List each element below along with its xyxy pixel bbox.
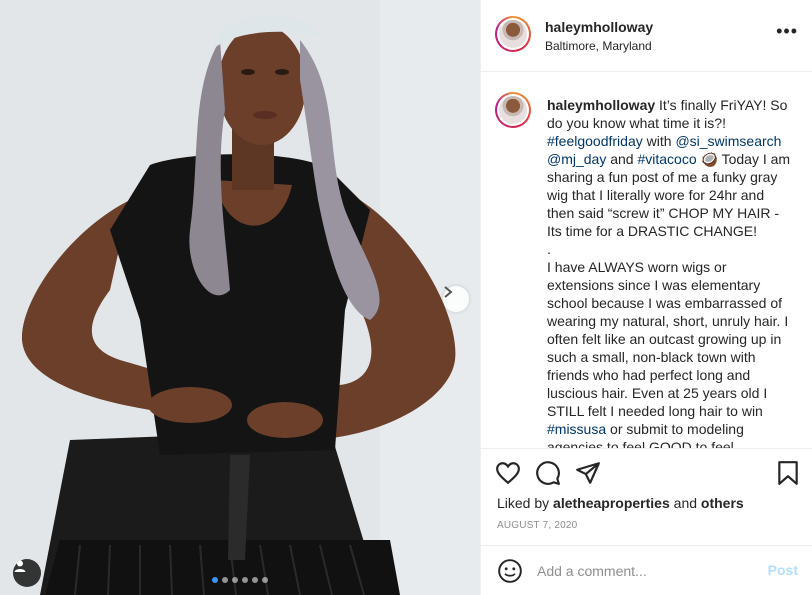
liked-by-others-link[interactable]: others bbox=[701, 495, 744, 511]
header-username[interactable]: haleymholloway bbox=[545, 19, 653, 35]
user-tag-icon bbox=[14, 560, 26, 572]
chevron-right-icon bbox=[444, 286, 453, 298]
heart-icon[interactable] bbox=[495, 460, 521, 486]
carousel-next-button[interactable] bbox=[443, 286, 469, 312]
photo-illustration bbox=[0, 0, 480, 595]
caption-text: haleymholloway It’s finally FriYAY! So d… bbox=[547, 96, 791, 448]
coconut-emoji: 🥥 bbox=[700, 151, 718, 167]
avatar[interactable] bbox=[495, 16, 531, 52]
carousel-dot bbox=[242, 577, 248, 583]
carousel-dot bbox=[252, 577, 258, 583]
likes-and: and bbox=[669, 495, 701, 511]
paper-plane-icon[interactable] bbox=[575, 460, 601, 486]
carousel-dot bbox=[212, 577, 218, 583]
smiley-icon[interactable] bbox=[497, 558, 523, 584]
likes-summary: Liked by aletheaproperties and others bbox=[497, 495, 744, 511]
user-tag-button[interactable] bbox=[13, 559, 41, 587]
carousel-dot bbox=[262, 577, 268, 583]
mention-link[interactable]: @si_swimsearch bbox=[675, 133, 781, 149]
hashtag-link[interactable]: #feelgoodfriday bbox=[547, 133, 643, 149]
likes-prefix: Liked by bbox=[497, 495, 554, 511]
carousel-indicator bbox=[212, 577, 268, 583]
more-options-button[interactable]: ••• bbox=[776, 22, 798, 40]
comment-input[interactable] bbox=[537, 560, 757, 582]
caption-separator: . bbox=[547, 241, 551, 257]
carousel-dot bbox=[222, 577, 228, 583]
comment-bar: Post bbox=[481, 545, 812, 595]
action-bar bbox=[481, 449, 812, 497]
caption-area: haleymholloway It’s finally FriYAY! So d… bbox=[481, 72, 812, 449]
liked-by-user-link[interactable]: aletheaproperties bbox=[553, 495, 670, 511]
post-header: haleymholloway Baltimore, Maryland ••• bbox=[481, 0, 812, 72]
bookmark-icon[interactable] bbox=[775, 460, 801, 486]
post-photo[interactable] bbox=[0, 0, 480, 595]
caption-segment: I have ALWAYS worn wigs or extensions si… bbox=[547, 259, 789, 419]
hashtag-link[interactable]: #missusa bbox=[547, 421, 606, 437]
post-comment-button[interactable]: Post bbox=[768, 562, 798, 578]
mention-link[interactable]: @mj_day bbox=[547, 151, 606, 167]
caption-username[interactable]: haleymholloway bbox=[547, 97, 655, 113]
caption-segment: and bbox=[606, 151, 638, 167]
caption-avatar[interactable] bbox=[495, 92, 531, 128]
post-date[interactable]: AUGUST 7, 2020 bbox=[497, 520, 577, 531]
post-details-panel: haleymholloway Baltimore, Maryland ••• h… bbox=[480, 0, 812, 595]
header-location[interactable]: Baltimore, Maryland bbox=[545, 39, 652, 53]
carousel-dot bbox=[232, 577, 238, 583]
hashtag-link[interactable]: #vitacoco bbox=[637, 151, 696, 167]
comment-icon[interactable] bbox=[535, 460, 561, 486]
caption-segment: with bbox=[642, 133, 676, 149]
